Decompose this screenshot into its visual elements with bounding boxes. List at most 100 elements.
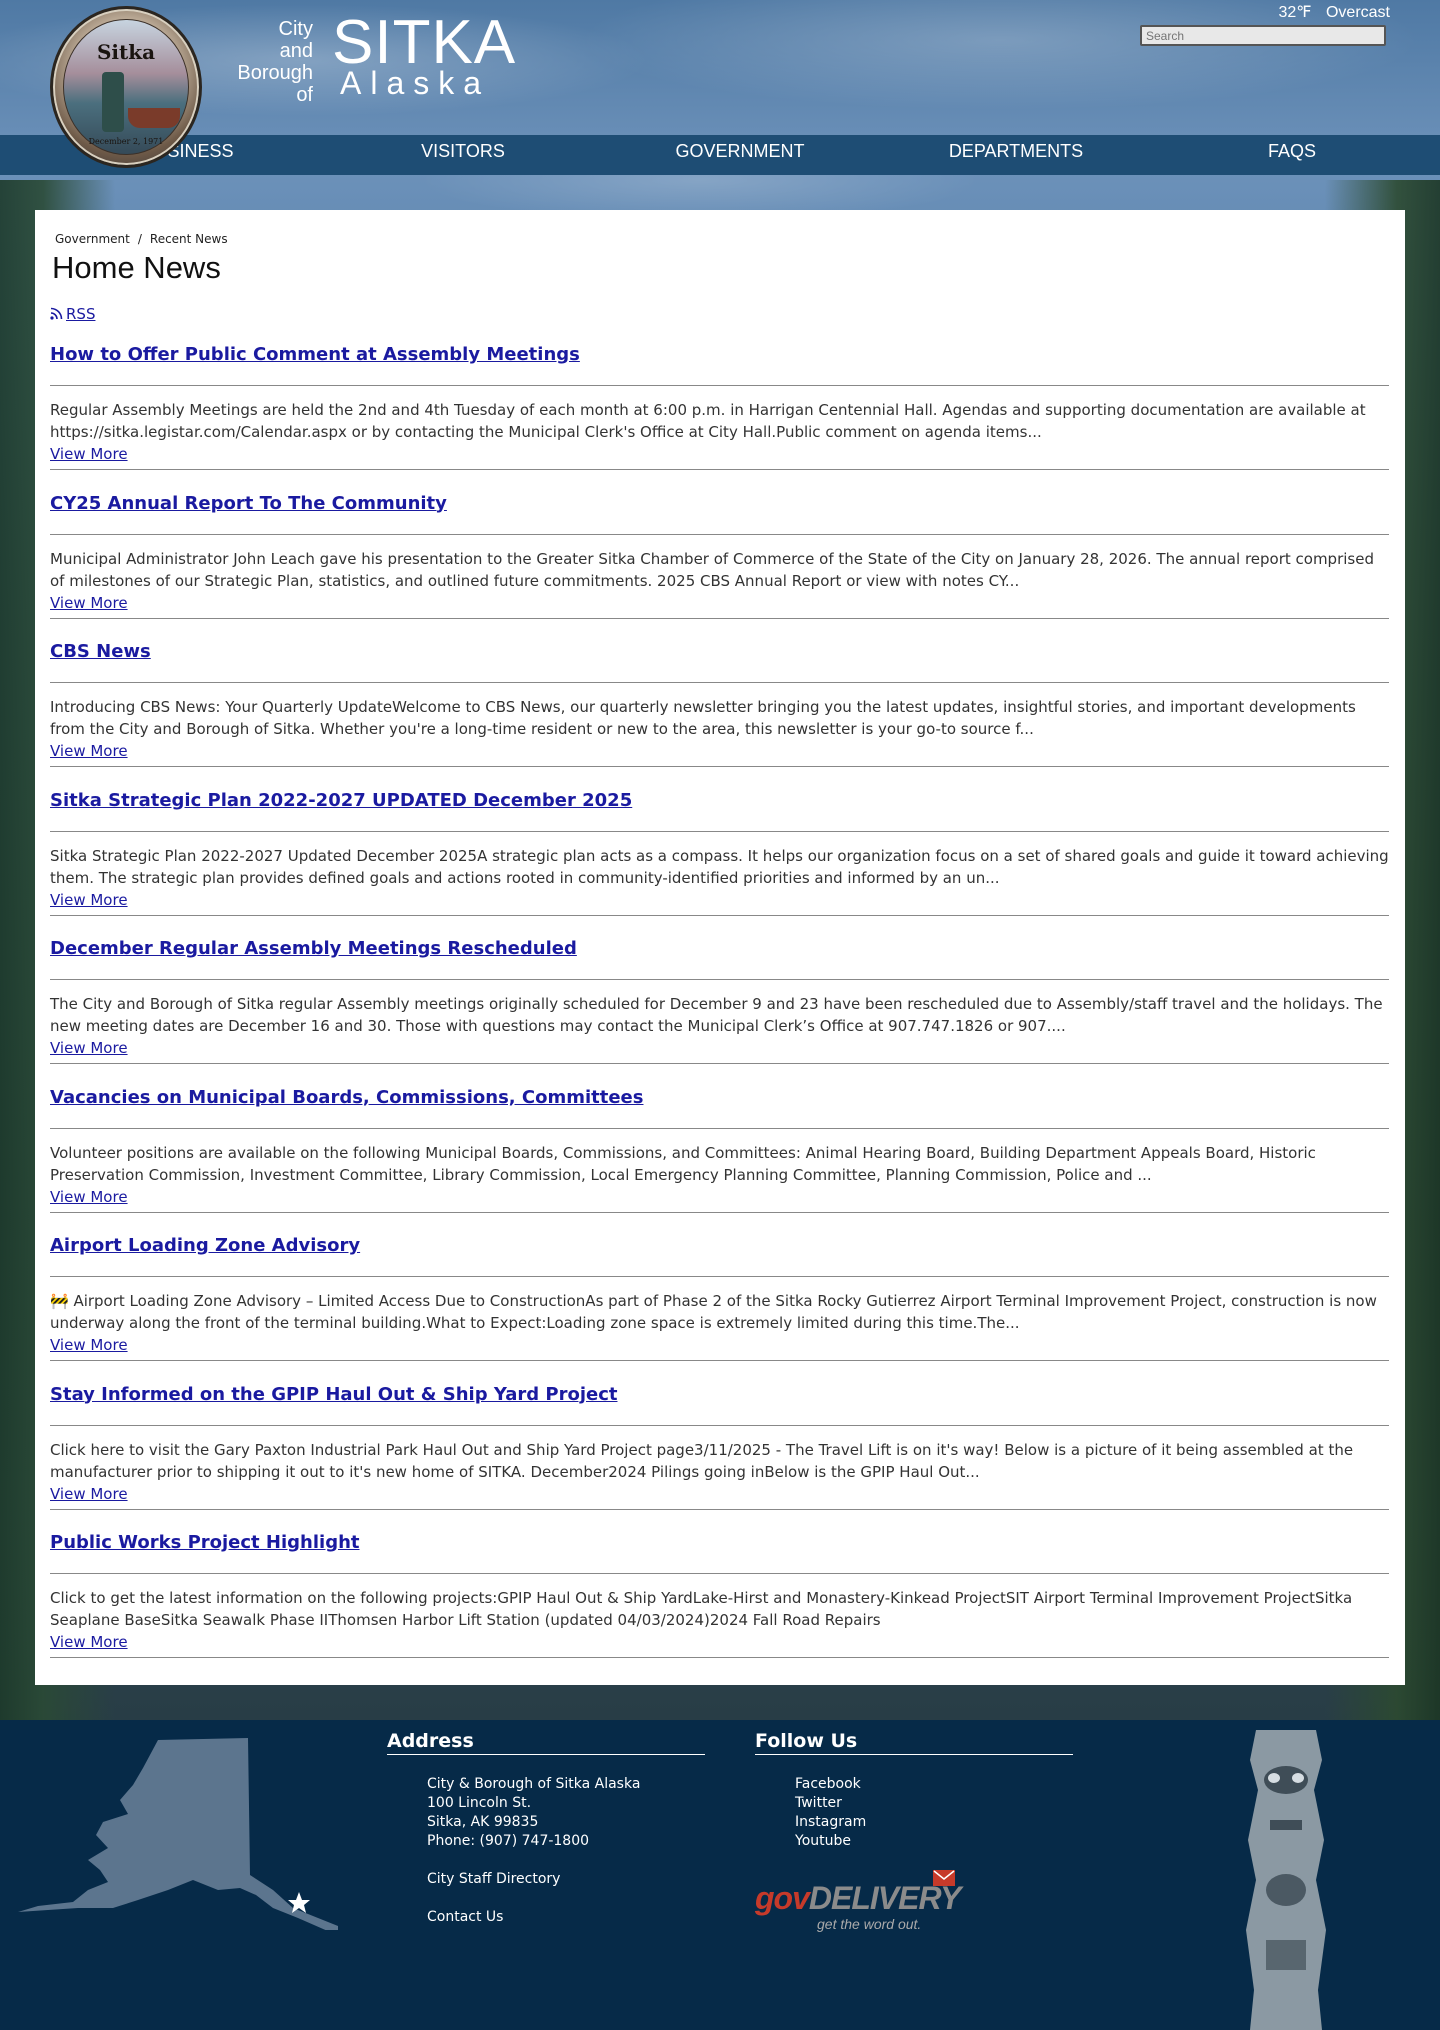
news-summary: Click here to visit the Gary Paxton Indu… [50,1440,1354,1481]
weather-description: Overcast [1325,4,1390,21]
site-header: Sitka December 2, 1971 City and Borough … [0,0,1440,175]
divider [50,1424,1389,1426]
divider [50,914,1389,916]
news-item: December Regular Assembly Meetings Resch… [50,937,1389,1086]
news-item: Public Works Project Highlight Click to … [50,1531,1389,1680]
divider [50,766,1389,767]
rss-icon [50,307,63,320]
news-title-link[interactable]: How to Offer Public Comment at Assembly … [50,343,580,367]
news-title-link[interactable]: CY25 Annual Report To The Community [50,492,447,516]
view-more-link[interactable]: View More [50,592,128,614]
news-summary: Volunteer positions are available on the… [50,1143,1316,1184]
totem-pole-graphic [1246,1730,1326,2030]
page-title: Home News [52,250,221,285]
envelope-icon [933,1870,955,1886]
divider [50,979,1389,980]
seal-boat-graphic [128,108,180,128]
nav-faqs[interactable]: FAQS [1152,135,1432,167]
weather-widget: 32℉ Overcast [1269,2,1391,22]
view-more-link[interactable]: View More [50,1186,128,1208]
main-nav: BUSINESS VISITORS GOVERNMENT DEPARTMENTS… [0,135,1440,175]
search-input[interactable] [1140,25,1386,46]
news-title-link[interactable]: Public Works Project Highlight [50,1531,360,1555]
divider [50,1276,1389,1277]
alaska-map-icon [18,1738,338,1930]
divider [50,1211,1389,1213]
news-summary: Click to get the latest information on t… [50,1589,1353,1629]
seal-date: December 2, 1971 [88,137,164,146]
contact-us-link[interactable]: Contact Us [427,1908,705,1927]
news-item: CBS News Introducing CBS News: Your Quar… [50,640,1389,789]
instagram-link[interactable]: Instagram [795,1813,1073,1832]
view-more-link[interactable]: View More [50,740,128,762]
divider [50,830,1389,832]
news-list: How to Offer Public Comment at Assembly … [50,343,1389,1680]
divider [50,1573,1389,1574]
news-title-link[interactable]: Vacancies on Municipal Boards, Commissio… [50,1086,643,1110]
divider [50,1360,1389,1361]
news-title-link[interactable]: Airport Loading Zone Advisory [50,1234,360,1258]
news-title-link[interactable]: December Regular Assembly Meetings Resch… [50,937,577,961]
divider [50,1657,1389,1658]
follow-heading: Follow Us [755,1730,1073,1755]
seal-title: Sitka [96,40,156,64]
brand-prefix[interactable]: City and Borough of [228,18,313,106]
news-item: Stay Informed on the GPIP Haul Out & Shi… [50,1383,1389,1532]
divider [50,617,1389,619]
news-title-link[interactable]: CBS News [50,640,151,664]
seal-totem-graphic [102,72,124,132]
breadcrumb: Government / Recent News [55,232,228,246]
view-more-link[interactable]: View More [50,1037,128,1059]
twitter-link[interactable]: Twitter [795,1794,1073,1813]
divider [50,533,1389,535]
news-item: How to Offer Public Comment at Assembly … [50,343,1389,492]
news-item: CY25 Annual Report To The Community Muni… [50,492,1389,641]
address-heading: Address [387,1730,705,1755]
view-more-link[interactable]: View More [50,1631,128,1653]
youtube-link[interactable]: Youtube [795,1832,1073,1851]
nav-departments[interactable]: DEPARTMENTS [876,135,1156,167]
news-summary: Regular Assembly Meetings are held the 2… [50,401,1366,441]
divider [50,1063,1389,1064]
news-summary: The City and Borough of Sitka regular As… [50,995,1383,1035]
address-line: City & Borough of Sitka Alaska [427,1776,641,1792]
address-line: Sitka, AK 99835 [427,1814,539,1830]
city-seal-logo[interactable]: Sitka December 2, 1971 [50,6,202,168]
news-item: Airport Loading Zone Advisory 🚧 Airport … [50,1234,1389,1383]
breadcrumb-government[interactable]: Government [55,232,130,246]
view-more-link[interactable]: View More [50,1334,128,1356]
news-summary: Municipal Administrator John Leach gave … [50,549,1374,590]
news-summary: Introducing CBS News: Your Quarterly Upd… [50,698,1356,738]
site-footer: Address City & Borough of Sitka Alaska 1… [0,1720,1440,2030]
view-more-link[interactable]: View More [50,443,128,465]
view-more-link[interactable]: View More [50,1483,128,1505]
divider [50,1127,1389,1129]
weather-temperature: 32℉ [1278,4,1312,21]
news-title-link[interactable]: Stay Informed on the GPIP Haul Out & Shi… [50,1383,617,1407]
content-panel: Government / Recent News Home News RSS How… [35,210,1405,1685]
govdelivery-tagline: get the word out. [817,1916,922,1932]
rss-label: RSS [66,305,96,323]
staff-directory-link[interactable]: City Staff Directory [427,1870,705,1889]
news-item: Vacancies on Municipal Boards, Commissio… [50,1086,1389,1235]
brand-state[interactable]: Alaska [340,66,490,100]
view-more-link[interactable]: View More [50,889,128,911]
follow-section: Follow Us Facebook Twitter Instagram You… [755,1730,1073,1851]
phone-line: Phone: (907) 747-1800 [427,1833,590,1849]
news-summary: Sitka Strategic Plan 2022-2027 Updated D… [50,846,1389,887]
rss-link[interactable]: RSS [50,305,95,323]
news-title-link[interactable]: Sitka Strategic Plan 2022-2027 UPDATED D… [50,789,632,813]
facebook-link[interactable]: Facebook [795,1775,1073,1794]
govdelivery-logo[interactable]: govDELIVERY get the word out. [755,1870,965,1940]
breadcrumb-recent-news[interactable]: Recent News [150,232,228,246]
divider [50,385,1389,386]
divider [50,1508,1389,1510]
news-summary: 🚧 Airport Loading Zone Advisory – Limite… [50,1292,1377,1332]
nav-visitors[interactable]: VISITORS [323,135,603,167]
nav-government[interactable]: GOVERNMENT [600,135,880,167]
divider [50,469,1389,470]
address-section: Address City & Borough of Sitka Alaska 1… [387,1730,705,1927]
divider [50,682,1389,683]
news-item: Sitka Strategic Plan 2022-2027 UPDATED D… [50,789,1389,938]
address-line: 100 Lincoln St. [427,1795,532,1811]
